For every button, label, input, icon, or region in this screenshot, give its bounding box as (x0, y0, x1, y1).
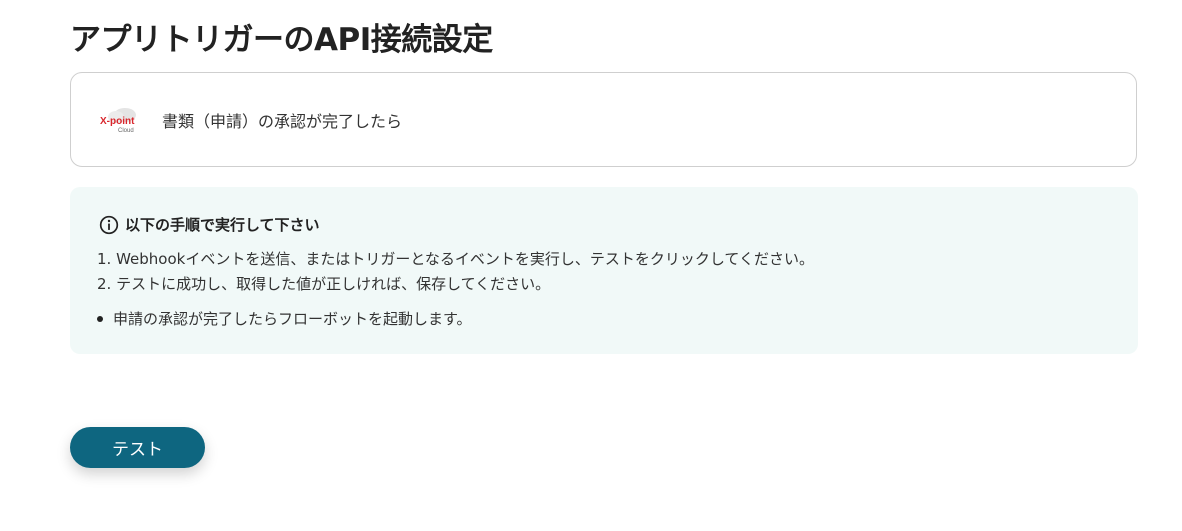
bullet-dot-icon (97, 315, 103, 322)
instruction-step-1: 1. Webhookイベントを送信、またはトリガーとなるイベントを実行し、テスト… (97, 250, 814, 268)
instruction-bullet-text: 申請の承認が完了したらフローボットを起動します。 (113, 310, 472, 328)
instruction-panel: 以下の手順で実行して下さい 1. Webhookイベントを送信、またはトリガーと… (70, 187, 1138, 354)
instruction-step-2: 2. テストに成功し、取得した値が正しければ、保存してください。 (97, 275, 551, 293)
xpoint-cloud-logo-icon: X-point Cloud (100, 108, 136, 134)
instruction-heading-text: 以下の手順で実行して下さい (125, 216, 320, 234)
trigger-card[interactable]: X-point Cloud 書類（申請）の承認が完了したら (70, 72, 1137, 167)
test-button[interactable]: テスト (70, 427, 205, 468)
instruction-heading: 以下の手順で実行して下さい (99, 214, 320, 235)
page-title: アプリトリガーのAPI接続設定 (70, 22, 493, 58)
trigger-label: 書類（申請）の承認が完了したら (162, 112, 403, 131)
logo-text: X-point (100, 116, 135, 127)
info-circle-icon (99, 215, 119, 234)
instruction-bullet: 申請の承認が完了したらフローボットを起動します。 (97, 308, 472, 329)
logo-subtext: Cloud (118, 128, 134, 134)
